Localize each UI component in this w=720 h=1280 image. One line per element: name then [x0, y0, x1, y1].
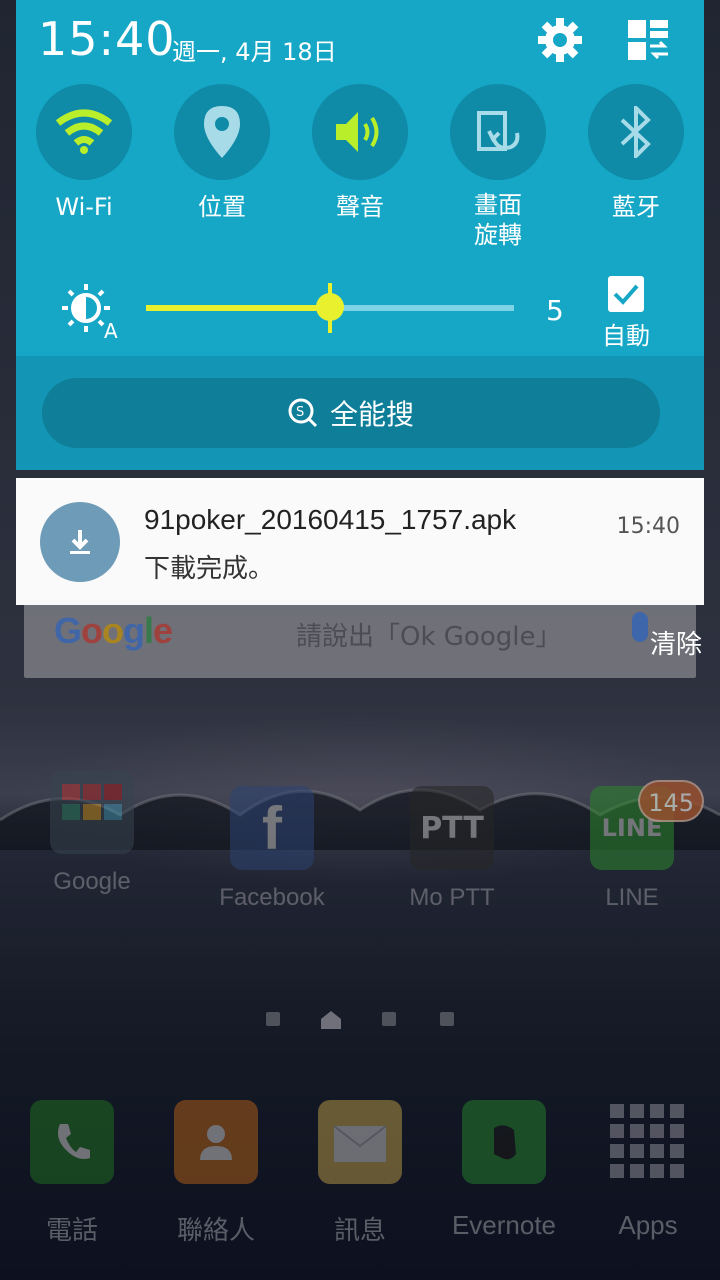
screen-rotation-toggle[interactable]: 畫面 旋轉 — [450, 84, 546, 250]
checkmark-icon — [613, 284, 639, 305]
toggle-circle — [312, 84, 408, 180]
download-icon — [40, 502, 120, 582]
finder-area: S 全能搜 — [16, 356, 704, 470]
bluetooth-toggle[interactable]: 藍牙 — [588, 84, 684, 222]
auto-brightness-label: 自動 — [602, 322, 650, 350]
wifi-icon — [55, 109, 113, 154]
brightness-slider-fill — [146, 305, 330, 311]
status-date: 週一, 4月 18日 — [172, 38, 337, 66]
toggle-label: 聲音 — [336, 193, 384, 221]
wifi-toggle[interactable]: Wi-Fi — [36, 84, 132, 222]
toggle-circle — [36, 84, 132, 180]
status-time: 15:40 — [38, 12, 176, 66]
auto-brightness-icon: A — [62, 284, 118, 340]
brightness-value: 5 — [546, 294, 564, 327]
notification-title: 91poker_20160415_1757.apk — [144, 504, 517, 535]
toggle-label: 位置 — [198, 193, 246, 221]
bluetooth-icon — [620, 106, 651, 158]
svg-text:A: A — [104, 319, 118, 340]
sound-icon — [336, 112, 379, 152]
toggle-label: Wi-Fi — [55, 193, 113, 221]
location-icon — [204, 106, 240, 158]
svg-text:S: S — [296, 405, 304, 420]
s-finder-icon: S — [288, 398, 318, 428]
toggle-circle — [174, 84, 270, 180]
toggle-label: 畫面 旋轉 — [474, 191, 522, 249]
auto-brightness-checkbox[interactable] — [608, 276, 644, 312]
screen-rotation-icon — [477, 111, 520, 151]
s-finder-button[interactable]: S 全能搜 — [42, 378, 660, 448]
download-notification[interactable]: 91poker_20160415_1757.apk 下載完成。 15:40 — [16, 478, 704, 605]
clear-notifications-button[interactable]: 清除 — [650, 624, 702, 661]
toggle-label: 藍牙 — [612, 193, 660, 221]
edit-quick-settings-icon[interactable] — [626, 18, 670, 62]
toggle-circle — [588, 84, 684, 180]
sound-toggle[interactable]: 聲音 — [312, 84, 408, 222]
notification-text: 下載完成。 — [144, 554, 275, 584]
brightness-slider[interactable] — [146, 283, 514, 333]
s-finder-label: 全能搜 — [329, 398, 414, 431]
brightness-slider-thumb[interactable] — [316, 293, 344, 321]
location-toggle[interactable]: 位置 — [174, 84, 270, 222]
settings-gear-icon[interactable] — [536, 16, 584, 64]
toggle-circle — [450, 84, 546, 180]
notification-time: 15:40 — [616, 514, 680, 539]
